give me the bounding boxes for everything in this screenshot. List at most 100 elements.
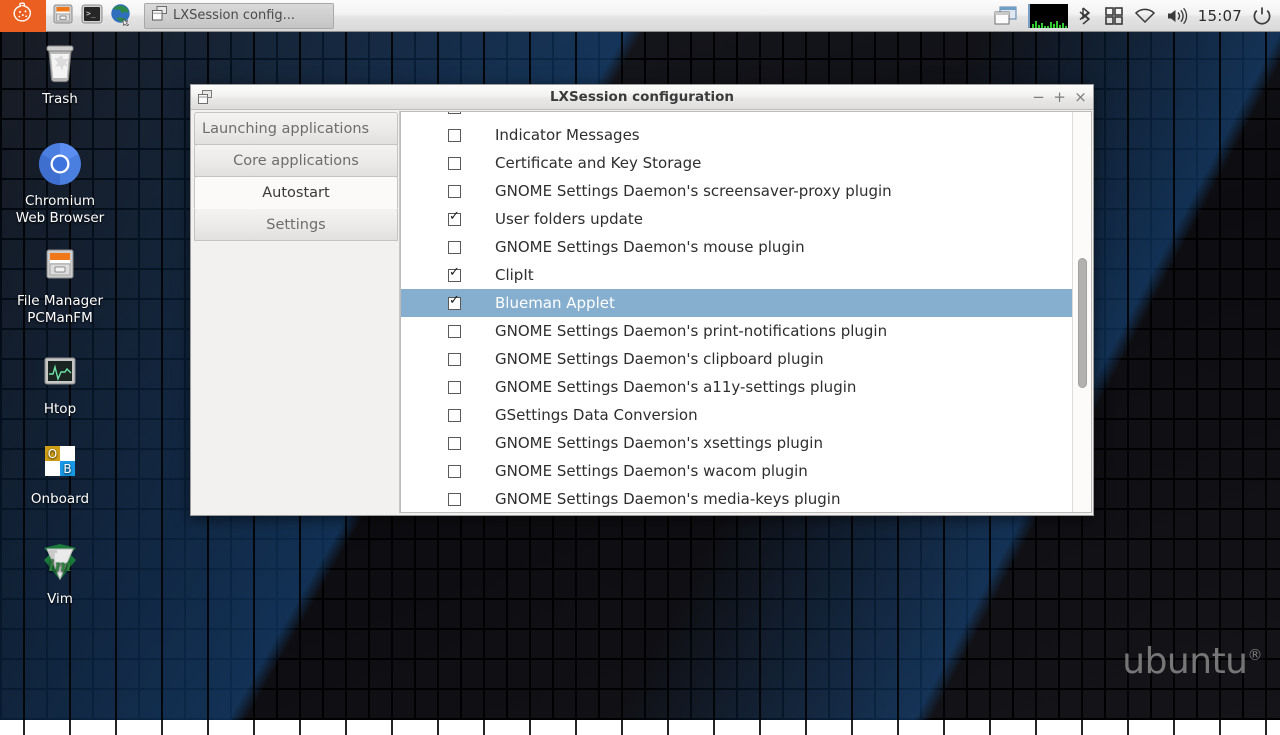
watermark-registered-mark: ® xyxy=(1247,646,1263,664)
autostart-list-item[interactable]: GNOME Settings Daemon's xsettings plugin xyxy=(401,429,1072,457)
autostart-list-viewport[interactable]: Network Indicator Messages Certificate and… xyxy=(401,112,1072,512)
autostart-item-label: GSettings Data Conversion xyxy=(495,406,698,424)
taskbar-panel: >_ LXSession config... 15:07 xyxy=(0,0,1280,32)
window-list-icon[interactable] xyxy=(994,3,1018,29)
desktop-icon-chromium[interactable]: Chromium Web Browser xyxy=(0,140,120,227)
desktop-icon-label: File Manager PCManFM xyxy=(1,293,119,327)
checkbox-unchecked[interactable] xyxy=(448,408,461,422)
checkbox-checked[interactable] xyxy=(448,112,461,114)
chromium-icon xyxy=(36,140,84,188)
minimize-button[interactable]: − xyxy=(1032,89,1045,105)
desktop-icon-trash[interactable]: Trash xyxy=(0,38,120,108)
checkbox-unchecked[interactable] xyxy=(448,380,461,394)
desktop-icon-label: Vim xyxy=(47,591,73,607)
desktop-icon-vim[interactable]: im Vim xyxy=(0,538,120,608)
task-button-lxsession[interactable]: LXSession config... xyxy=(144,2,334,29)
watermark-text: ubuntu xyxy=(1122,641,1248,682)
desktop-icon-label: Onboard xyxy=(30,491,90,507)
autostart-list-item[interactable]: GNOME Settings Daemon's a11y-settings pl… xyxy=(401,373,1072,401)
window-titlebar[interactable]: LXSession configuration − + × xyxy=(191,85,1093,110)
lxsession-configuration-window[interactable]: LXSession configuration − + × Launching … xyxy=(190,84,1094,516)
autostart-item-label: GNOME Settings Daemon's mouse plugin xyxy=(495,238,805,256)
label-line-1: File Manager xyxy=(16,293,104,309)
checkbox-unchecked[interactable] xyxy=(448,324,461,338)
window-title: LXSession configuration xyxy=(549,89,735,105)
close-button[interactable]: × xyxy=(1074,89,1087,105)
label-line-1: Chromium xyxy=(24,193,96,209)
checkbox-unchecked[interactable] xyxy=(448,436,461,450)
sidebar-item-label: Core applications xyxy=(233,152,359,169)
globe-icon xyxy=(109,2,133,30)
desktop-icon-htop[interactable]: Htop xyxy=(0,348,120,418)
autostart-item-label: GNOME Settings Daemon's wacom plugin xyxy=(495,462,808,480)
checkbox-unchecked[interactable] xyxy=(448,492,461,506)
system-tray: 15:07 xyxy=(994,3,1280,29)
checkbox-unchecked[interactable] xyxy=(448,156,461,170)
autostart-list-item[interactable]: GSettings Data Conversion xyxy=(401,401,1072,429)
label-line-2: Web Browser xyxy=(15,210,105,226)
autostart-item-label: GNOME Settings Daemon's xsettings plugin xyxy=(495,434,823,452)
autostart-item-label: User folders update xyxy=(495,210,643,228)
autostart-list-item[interactable]: User folders update xyxy=(401,205,1072,233)
sidebar-item-core-applications[interactable]: Core applications xyxy=(194,144,398,177)
checkbox-unchecked[interactable] xyxy=(448,128,461,142)
desktop-icon-onboard[interactable]: O B Onboard xyxy=(0,438,120,508)
application-menu-button[interactable] xyxy=(0,0,46,32)
autostart-list-item[interactable]: Indicator Messages xyxy=(401,121,1072,149)
ubuntu-watermark: ubuntu® xyxy=(1122,641,1262,682)
autostart-item-label: Indicator Messages xyxy=(495,126,640,144)
network-monitor-icon[interactable] xyxy=(1027,3,1068,29)
scrollbar-thumb[interactable] xyxy=(1078,258,1087,388)
autostart-list-item[interactable]: GNOME Settings Daemon's screensaver-prox… xyxy=(401,177,1072,205)
autostart-list-item[interactable]: ClipIt xyxy=(401,261,1072,289)
file-manager-icon xyxy=(51,2,75,30)
sidebar-item-settings[interactable]: Settings xyxy=(194,208,398,241)
autostart-item-label: ClipIt xyxy=(495,266,534,284)
onboard-icon: O B xyxy=(36,438,84,486)
desktop-icon-label: Chromium Web Browser xyxy=(1,193,119,227)
sidebar-item-launching-applications[interactable]: Launching applications xyxy=(194,112,398,145)
autostart-list-item[interactable]: GNOME Settings Daemon's wacom plugin xyxy=(401,457,1072,485)
checkbox-checked[interactable] xyxy=(448,210,461,226)
launcher-web-browser[interactable] xyxy=(108,3,134,29)
checkbox-unchecked[interactable] xyxy=(448,240,461,254)
checkbox-checked[interactable] xyxy=(448,294,461,310)
desktop-icon-file-manager[interactable]: File Manager PCManFM xyxy=(0,240,120,327)
autostart-list-item[interactable]: Network xyxy=(401,112,1072,121)
autostart-list-item[interactable]: Certificate and Key Storage xyxy=(401,149,1072,177)
window-icon xyxy=(151,5,168,26)
checkbox-unchecked[interactable] xyxy=(448,464,461,478)
launcher-file-manager[interactable] xyxy=(50,3,76,29)
checkbox-unchecked[interactable] xyxy=(448,352,461,366)
bluetooth-icon[interactable] xyxy=(1078,3,1094,29)
lubuntu-menu-icon xyxy=(10,1,36,31)
task-button-label: LXSession config... xyxy=(173,8,296,23)
checkbox-unchecked[interactable] xyxy=(448,184,461,198)
autostart-list-item[interactable]: GNOME Settings Daemon's print-notificati… xyxy=(401,317,1072,345)
sidebar-item-autostart[interactable]: Autostart xyxy=(194,176,398,209)
wifi-icon[interactable] xyxy=(1134,3,1156,29)
sidebar-item-label: Launching applications xyxy=(202,120,370,137)
panel-launcher-bar: >_ xyxy=(46,3,138,29)
window-body: Launching applications Core applications… xyxy=(191,110,1093,515)
autostart-list-item[interactable]: GNOME Settings Daemon's media-keys plugi… xyxy=(401,485,1072,512)
clock[interactable]: 15:07 xyxy=(1198,3,1242,29)
autostart-list-item[interactable]: GNOME Settings Daemon's clipboard plugin xyxy=(401,345,1072,373)
vertical-scrollbar[interactable] xyxy=(1072,112,1091,512)
desktop-icon-label: Htop xyxy=(43,401,77,417)
svg-text:>_: >_ xyxy=(86,9,96,18)
workspace-grid-icon[interactable] xyxy=(1104,3,1124,29)
desktop[interactable]: Trash Chromium Web Browser File Manager … xyxy=(0,0,1280,735)
checkbox-checked[interactable] xyxy=(448,266,461,282)
volume-icon[interactable] xyxy=(1166,3,1188,29)
launcher-terminal[interactable]: >_ xyxy=(79,3,105,29)
window-controls: − + × xyxy=(1032,89,1087,105)
power-icon[interactable] xyxy=(1252,3,1272,29)
autostart-item-label: Blueman Applet xyxy=(495,294,615,312)
maximize-button[interactable]: + xyxy=(1053,89,1066,105)
autostart-item-label: Certificate and Key Storage xyxy=(495,154,702,172)
autostart-item-label: Network xyxy=(495,112,558,116)
svg-text:B: B xyxy=(63,462,71,476)
autostart-list-item[interactable]: GNOME Settings Daemon's mouse plugin xyxy=(401,233,1072,261)
autostart-list-item[interactable]: Blueman Applet xyxy=(401,289,1072,317)
